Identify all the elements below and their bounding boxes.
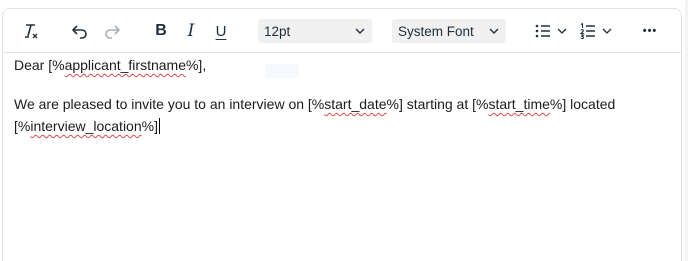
- numbered-list-icon: [579, 22, 595, 40]
- clear-formatting-icon: [25, 24, 38, 39]
- more-icon: •••: [642, 25, 658, 37]
- text-segment: [%: [14, 118, 31, 134]
- underline-button[interactable]: U: [208, 18, 234, 44]
- placeholder-applicant-firstname: applicant_firstname: [64, 57, 186, 73]
- body-paragraph-line: We are pleased to invite you to an inter…: [14, 93, 664, 115]
- text-segment: %]: [141, 118, 158, 134]
- bullet-list-icon: [535, 24, 550, 38]
- placeholder-start-time: start_time: [488, 96, 550, 112]
- placeholder-start-date: start_date: [324, 96, 387, 112]
- font-family-select[interactable]: System Font: [392, 19, 506, 43]
- redo-button[interactable]: [99, 18, 125, 44]
- empty-paragraph: [14, 76, 664, 93]
- undo-button[interactable]: [67, 18, 93, 44]
- editor-content[interactable]: Dear [%applicant_firstname%], We are ple…: [14, 54, 664, 137]
- bold-button[interactable]: B: [148, 18, 174, 44]
- text-segment: We are pleased to invite you to an inter…: [14, 96, 325, 112]
- clear-formatting-button[interactable]: [17, 18, 43, 44]
- font-size-select[interactable]: 12pt: [258, 19, 372, 43]
- font-family-value: System Font: [398, 23, 474, 39]
- font-size-value: 12pt: [264, 23, 291, 39]
- bold-label: B: [155, 22, 167, 39]
- text-segment: %] starting at [%: [386, 96, 489, 112]
- text-segment: %],: [185, 57, 207, 73]
- chevron-down-icon: [355, 28, 365, 34]
- editor-toolbar: B I U 12pt System Font •••: [3, 9, 681, 53]
- numbered-list-button[interactable]: [575, 18, 617, 44]
- chevron-down-icon: [557, 28, 567, 34]
- italic-label: I: [187, 21, 195, 41]
- italic-button[interactable]: I: [178, 18, 204, 44]
- more-button[interactable]: •••: [635, 18, 665, 44]
- undo-icon: [72, 25, 87, 39]
- placeholder-interview-location: interview_location: [30, 118, 142, 134]
- bullet-list-button[interactable]: [530, 18, 572, 44]
- redo-icon: [105, 25, 120, 39]
- text-caret: [158, 118, 160, 134]
- greeting-paragraph: Dear [%applicant_firstname%],: [14, 54, 664, 76]
- text-segment: %] located: [549, 96, 616, 112]
- chevron-down-icon: [489, 28, 499, 34]
- body-paragraph-line: [%interview_location%]: [14, 115, 664, 137]
- underline-label: U: [215, 22, 227, 40]
- chevron-down-icon: [602, 28, 612, 34]
- text-segment: Dear [%: [14, 57, 65, 73]
